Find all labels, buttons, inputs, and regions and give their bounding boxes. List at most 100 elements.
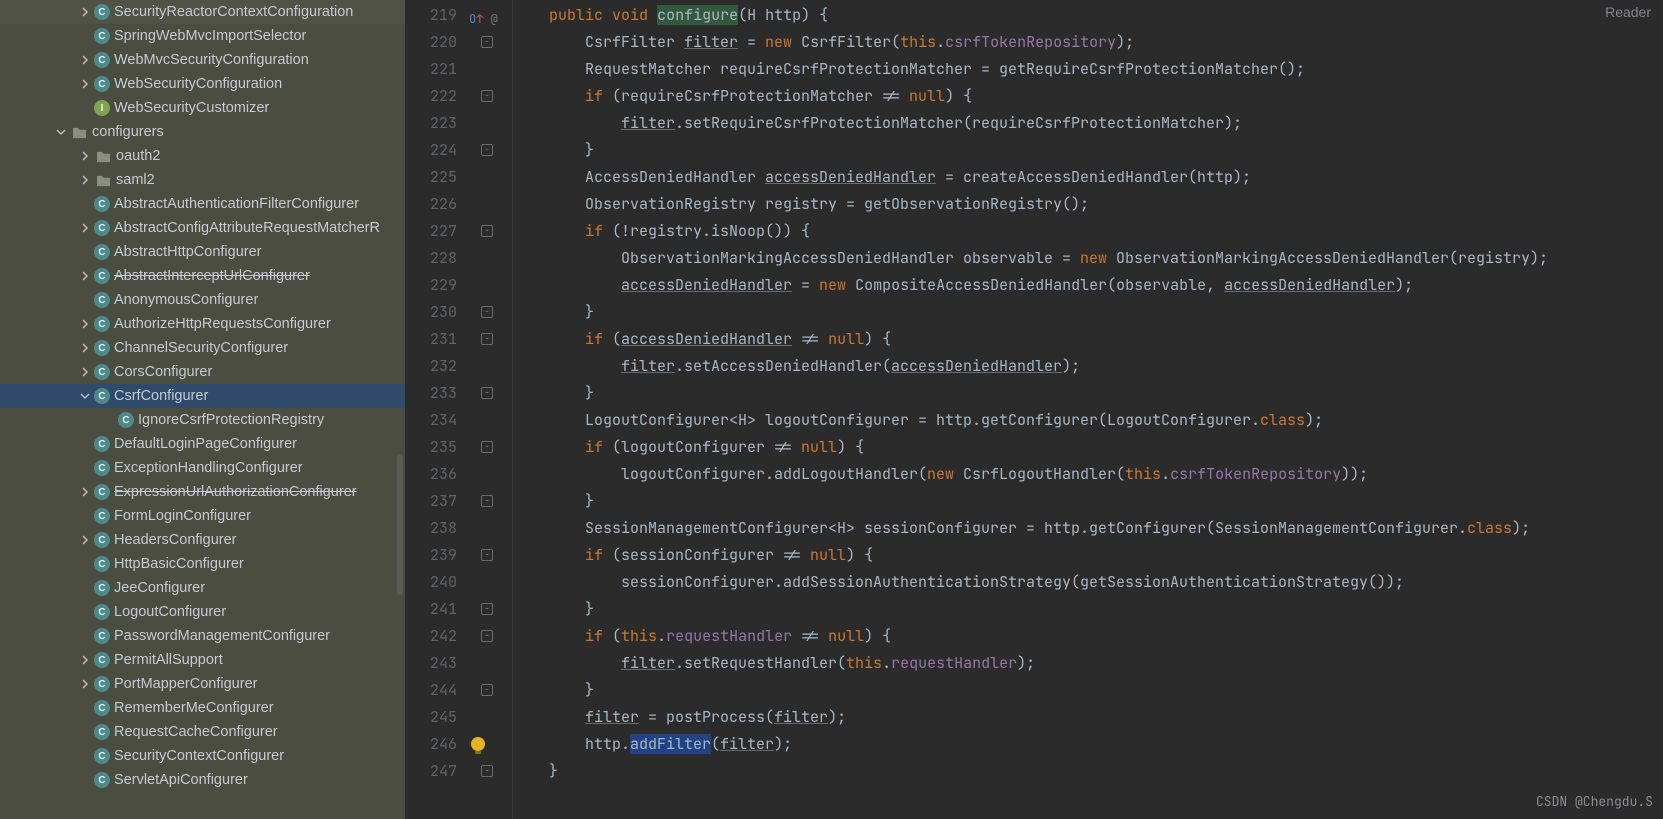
chevron-right-icon[interactable] xyxy=(76,223,94,233)
code-line[interactable]: filter = postProcess(filter); xyxy=(513,704,1663,731)
code-line[interactable]: } xyxy=(513,299,1663,326)
intent-bulb-icon[interactable] xyxy=(471,737,485,751)
tree-item[interactable]: ChannelSecurityConfigurer xyxy=(0,336,405,360)
tree-item[interactable]: RememberMeConfigurer xyxy=(0,696,405,720)
code-line[interactable]: ObservationRegistry registry = getObserv… xyxy=(513,191,1663,218)
tree-item[interactable]: FormLoginConfigurer xyxy=(0,504,405,528)
code-line[interactable]: if (accessDeniedHandler != null) { xyxy=(513,326,1663,353)
code-line[interactable]: logoutConfigurer.addLogoutHandler(new Cs… xyxy=(513,461,1663,488)
chevron-right-icon[interactable] xyxy=(76,271,94,281)
chevron-right-icon[interactable] xyxy=(76,655,94,665)
tree-item[interactable]: SpringWebMvcImportSelector xyxy=(0,24,405,48)
tree-item[interactable]: WebSecurityConfiguration xyxy=(0,72,405,96)
fold-toggle-icon[interactable] xyxy=(481,36,493,48)
tree-item[interactable]: HeadersConfigurer xyxy=(0,528,405,552)
tree-item[interactable]: AbstractConfigAttributeRequestMatcherR xyxy=(0,216,405,240)
fold-toggle-icon[interactable] xyxy=(481,441,493,453)
tree-item[interactable]: ExceptionHandlingConfigurer xyxy=(0,456,405,480)
tree-item[interactable]: AbstractInterceptUrlConfigurer xyxy=(0,264,405,288)
tree-item[interactable]: CsrfConfigurer xyxy=(0,384,405,408)
code-line[interactable]: public void configure(H http) { xyxy=(513,2,1663,29)
tree-item[interactable]: oauth2 xyxy=(0,144,405,168)
tree-item[interactable]: configurers xyxy=(0,120,405,144)
chevron-right-icon[interactable] xyxy=(76,343,94,353)
tree-item[interactable]: HttpBasicConfigurer xyxy=(0,552,405,576)
tree-item[interactable]: saml2 xyxy=(0,168,405,192)
code-line[interactable]: } xyxy=(513,137,1663,164)
fold-toggle-icon[interactable] xyxy=(481,765,493,777)
code-line[interactable]: http.addFilter(filter); xyxy=(513,731,1663,758)
tree-item[interactable]: AnonymousConfigurer xyxy=(0,288,405,312)
code-line[interactable]: filter.setAccessDeniedHandler(accessDeni… xyxy=(513,353,1663,380)
fold-gutter[interactable]: O↑ @ xyxy=(467,0,513,819)
fold-toggle-icon[interactable] xyxy=(481,144,493,156)
tree-item[interactable]: WebMvcSecurityConfiguration xyxy=(0,48,405,72)
code-line[interactable]: RequestMatcher requireCsrfProtectionMatc… xyxy=(513,56,1663,83)
chevron-right-icon[interactable] xyxy=(76,7,94,17)
tree-item[interactable]: IgnoreCsrfProtectionRegistry xyxy=(0,408,405,432)
code-line[interactable]: } xyxy=(513,380,1663,407)
chevron-down-icon[interactable] xyxy=(76,391,94,401)
code-view[interactable]: public void configure(H http) { CsrfFilt… xyxy=(513,0,1663,819)
fold-toggle-icon[interactable] xyxy=(481,306,493,318)
code-line[interactable]: if (!registry.isNoop()) { xyxy=(513,218,1663,245)
tree-item[interactable]: PortMapperConfigurer xyxy=(0,672,405,696)
code-line[interactable]: } xyxy=(513,758,1663,785)
fold-toggle-icon[interactable] xyxy=(481,630,493,642)
fold-toggle-icon[interactable] xyxy=(481,495,493,507)
chevron-right-icon[interactable] xyxy=(76,151,94,161)
reader-mode-button[interactable]: Reader xyxy=(1605,4,1651,20)
chevron-right-icon[interactable] xyxy=(76,367,94,377)
code-line[interactable]: if (this.requestHandler != null) { xyxy=(513,623,1663,650)
chevron-right-icon[interactable] xyxy=(76,175,94,185)
sidebar-scrollbar[interactable] xyxy=(397,455,403,595)
code-line[interactable]: } xyxy=(513,677,1663,704)
tree-item[interactable]: ExpressionUrlAuthorizationConfigurer xyxy=(0,480,405,504)
code-line[interactable]: filter.setRequestHandler(this.requestHan… xyxy=(513,650,1663,677)
tree-item[interactable]: AuthorizeHttpRequestsConfigurer xyxy=(0,312,405,336)
code-line[interactable]: SessionManagementConfigurer<H> sessionCo… xyxy=(513,515,1663,542)
override-gutter-icon[interactable]: O↑ @ xyxy=(469,6,498,33)
fold-toggle-icon[interactable] xyxy=(481,90,493,102)
code-line[interactable]: if (requireCsrfProtectionMatcher != null… xyxy=(513,83,1663,110)
tree-item[interactable]: RequestCacheConfigurer xyxy=(0,720,405,744)
tree-item[interactable]: DefaultLoginPageConfigurer xyxy=(0,432,405,456)
tree-item[interactable]: SecurityContextConfigurer xyxy=(0,744,405,768)
tree-item[interactable]: PermitAllSupport xyxy=(0,648,405,672)
tree-item[interactable]: WebSecurityCustomizer xyxy=(0,96,405,120)
project-tree[interactable]: SecurityReactorContextConfigurationSprin… xyxy=(0,0,405,792)
project-tree-panel[interactable]: SecurityReactorContextConfigurationSprin… xyxy=(0,0,405,819)
fold-toggle-icon[interactable] xyxy=(481,549,493,561)
code-line[interactable]: if (sessionConfigurer != null) { xyxy=(513,542,1663,569)
chevron-right-icon[interactable] xyxy=(76,535,94,545)
fold-toggle-icon[interactable] xyxy=(481,333,493,345)
tree-item[interactable]: JeeConfigurer xyxy=(0,576,405,600)
tree-item[interactable]: AbstractAuthenticationFilterConfigurer xyxy=(0,192,405,216)
chevron-right-icon[interactable] xyxy=(76,487,94,497)
code-line[interactable]: AccessDeniedHandler accessDeniedHandler … xyxy=(513,164,1663,191)
tree-item[interactable]: ServletApiConfigurer xyxy=(0,768,405,792)
chevron-right-icon[interactable] xyxy=(76,679,94,689)
code-line[interactable]: accessDeniedHandler = new CompositeAcces… xyxy=(513,272,1663,299)
chevron-down-icon[interactable] xyxy=(52,127,70,137)
tree-item[interactable]: PasswordManagementConfigurer xyxy=(0,624,405,648)
chevron-right-icon[interactable] xyxy=(76,55,94,65)
tree-item[interactable]: LogoutConfigurer xyxy=(0,600,405,624)
tree-item[interactable]: CorsConfigurer xyxy=(0,360,405,384)
code-line[interactable]: ObservationMarkingAccessDeniedHandler ob… xyxy=(513,245,1663,272)
fold-toggle-icon[interactable] xyxy=(481,603,493,615)
fold-toggle-icon[interactable] xyxy=(481,684,493,696)
code-line[interactable]: CsrfFilter filter = new CsrfFilter(this.… xyxy=(513,29,1663,56)
code-line[interactable]: } xyxy=(513,596,1663,623)
tree-item[interactable]: SecurityReactorContextConfiguration xyxy=(0,0,405,24)
chevron-right-icon[interactable] xyxy=(76,79,94,89)
code-line[interactable]: filter.setRequireCsrfProtectionMatcher(r… xyxy=(513,110,1663,137)
fold-toggle-icon[interactable] xyxy=(481,387,493,399)
code-editor[interactable]: 2192202212222232242252262272282292302312… xyxy=(405,0,1663,819)
chevron-right-icon[interactable] xyxy=(76,319,94,329)
code-line[interactable]: } xyxy=(513,488,1663,515)
code-line[interactable]: LogoutConfigurer<H> logoutConfigurer = h… xyxy=(513,407,1663,434)
tree-item[interactable]: AbstractHttpConfigurer xyxy=(0,240,405,264)
fold-toggle-icon[interactable] xyxy=(481,225,493,237)
code-line[interactable]: sessionConfigurer.addSessionAuthenticati… xyxy=(513,569,1663,596)
